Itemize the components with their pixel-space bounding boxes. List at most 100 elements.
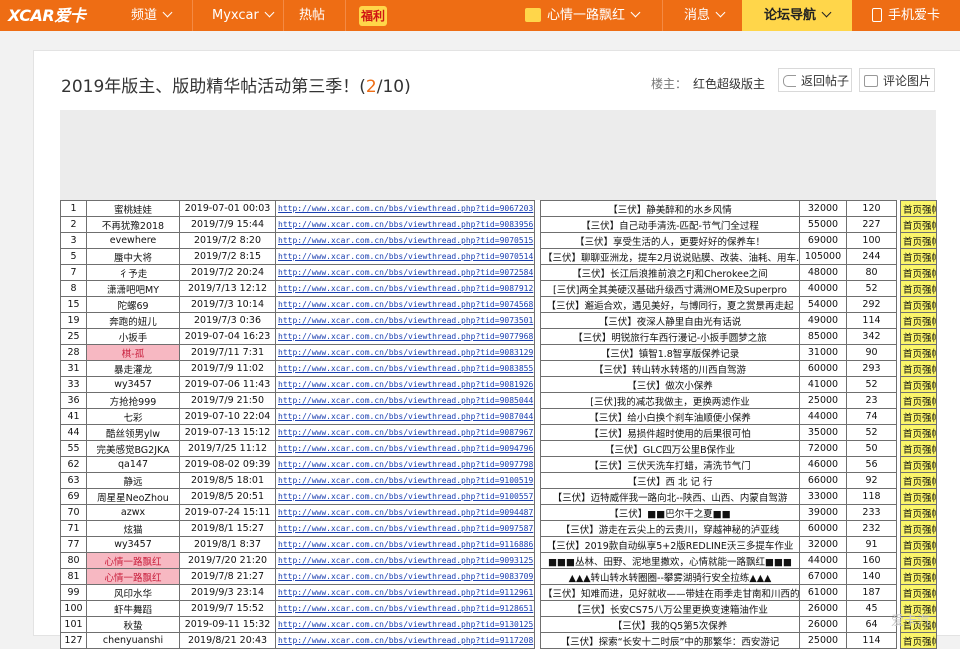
cell-number: 41 — [60, 408, 87, 425]
nav-mobile[interactable]: 手机爱卡 — [872, 0, 940, 31]
table-row: 15 陀螺69 2019/7/3 10:14 http://www.xcar.com.… — [60, 296, 937, 313]
nav-messages[interactable]: 消息 — [684, 0, 726, 31]
back-to-post-button[interactable]: 返回帖子 — [778, 68, 852, 92]
cell-replies: 244 — [846, 248, 897, 265]
cell-number: 81 — [60, 568, 87, 585]
cell-views: 33000 — [799, 488, 847, 505]
cell-url: http://www.xcar.com.cn/bbs/viewthread.ph… — [275, 536, 535, 553]
url-prefix: http://www.xcar.com.cn/bbs/viewthread.ph… — [278, 428, 500, 437]
cell-title: 【三伏】享受生活的人，更要好好的保养车！ — [540, 232, 800, 249]
url-prefix: http://www.xcar.com.cn/bbs/viewthread.ph… — [278, 620, 500, 629]
table-row: 41 七彩 2019-07-10 22:04 http://www.xcar.com.… — [60, 408, 937, 425]
nav-myxcar[interactable]: Myxcar — [212, 0, 275, 31]
cell-date: 2019/8/1 8:37 — [179, 536, 276, 553]
cell-replies: 52 — [846, 280, 897, 297]
nav-divider — [345, 0, 346, 31]
cell-tag: 首页强帖 — [900, 584, 937, 601]
author-name[interactable]: 红色超级版主 — [693, 77, 765, 91]
cell-views: 60000 — [799, 360, 847, 377]
nav-fuli[interactable]: 福利 — [359, 0, 387, 31]
post-image[interactable]: 1 蜜桃娃娃 2019-07-01 00:03 http://www.xcar.com… — [60, 110, 937, 649]
cell-date: 2019/8/1 15:27 — [179, 520, 276, 537]
cell-number: 33 — [60, 376, 87, 393]
cell-date: 2019-07-10 22:04 — [179, 408, 276, 425]
cell-user: 虾牛舞蹈 — [86, 600, 180, 617]
url-prefix: http://www.xcar.com.cn/bbs/viewthread.ph… — [278, 300, 500, 309]
cell-user: 陀螺69 — [86, 296, 180, 313]
table-row: 28 棋-孤 2019/7/11 7:31 http://www.xcar.com.c… — [60, 344, 937, 361]
cell-date: 2019-07-01 00:03 — [179, 200, 276, 217]
cell-tag: 首页强帖 — [900, 392, 937, 409]
cell-tag: 首页强帖 — [900, 520, 937, 537]
cell-tag: 首页强帖 — [900, 328, 937, 345]
table-row: 1 蜜桃娃娃 2019-07-01 00:03 http://www.xcar.com… — [60, 200, 937, 217]
cell-number: 15 — [60, 296, 87, 313]
cell-views: 40000 — [799, 280, 847, 297]
cell-date: 2019/8/21 20:43 — [179, 632, 276, 649]
url-prefix: http://www.xcar.com.cn/bbs/viewthread.ph… — [278, 396, 500, 405]
xcar-logo[interactable]: XCAR爱卡 — [8, 0, 86, 31]
cell-replies: 50 — [846, 440, 897, 457]
cell-date: 2019-07-24 15:11 — [179, 504, 276, 521]
url-prefix: http://www.xcar.com.cn/bbs/viewthread.ph… — [278, 236, 500, 245]
cell-replies: 114 — [846, 632, 897, 649]
cell-number: 7 — [60, 264, 87, 281]
cell-title: 【三伏】我的Q5第5次保养 — [540, 616, 800, 633]
cell-date: 2019/7/3 10:14 — [179, 296, 276, 313]
url-tid: 9097798 — [499, 460, 534, 469]
cell-tag: 首页强帖 — [900, 360, 937, 377]
cell-views: 85000 — [799, 328, 847, 345]
back-to-post-label: 返回帖子 — [801, 74, 850, 88]
cell-number: 3 — [60, 232, 87, 249]
url-prefix: http://www.xcar.com.cn/bbs/viewthread.ph… — [278, 460, 500, 469]
nav-divider — [283, 0, 284, 31]
cell-date: 2019/9/7 15:52 — [179, 600, 276, 617]
nav-forum[interactable]: 论坛导航 — [742, 0, 852, 31]
cell-user: 心情一路飘红 — [86, 552, 180, 569]
cell-number: 1 — [60, 200, 87, 217]
cell-date: 2019/7/9 21:50 — [179, 392, 276, 409]
url-tid: 9072584 — [499, 268, 534, 277]
url-prefix: http://www.xcar.com.cn/bbs/viewthread.ph… — [278, 636, 500, 645]
cell-views: 26000 — [799, 600, 847, 617]
chevron-down-icon — [264, 7, 275, 18]
page-total: /10) — [376, 77, 411, 97]
cell-title: ▲▲▲转山转水转圈圈--攀雾湖骑行安全拉练▲▲▲ — [540, 568, 800, 585]
cell-user: 潇潇吧吧MY — [86, 280, 180, 297]
user-name: 心情一路飘红 — [547, 8, 626, 23]
cell-title: ■■■丛林、田野、泥地里撒欢，心情就能一路飘红■■■ — [540, 552, 800, 569]
cell-user: azwx — [86, 504, 180, 521]
cell-tag: 首页强帖 — [900, 216, 937, 233]
cell-user: 奔跑的妞儿 — [86, 312, 180, 329]
cell-tag: 首页强帖 — [900, 536, 937, 553]
url-prefix: http://www.xcar.com.cn/bbs/viewthread.ph… — [278, 348, 500, 357]
cell-url: http://www.xcar.com.cn/bbs/viewthread.ph… — [275, 424, 535, 441]
phone-icon — [872, 7, 882, 22]
cell-title: [三伏]我的减芯我做主，更换两滤作业 — [540, 392, 800, 409]
user-menu[interactable]: 心情一路飘红 — [525, 0, 641, 31]
cell-date: 2019/7/11 7:31 — [179, 344, 276, 361]
cell-views: 44000 — [799, 408, 847, 425]
cell-replies: 52 — [846, 424, 897, 441]
table-row: 80 心情一路飘红 2019/7/20 21:20 http://www.xcar.c… — [60, 552, 937, 569]
cell-date: 2019-08-02 09:39 — [179, 456, 276, 473]
comment-image-button[interactable]: 评论图片 — [859, 68, 935, 92]
url-tid: 9100519 — [499, 476, 534, 485]
cell-user: 酷丝领男ylw — [86, 424, 180, 441]
cell-number: 127 — [60, 632, 87, 649]
table-row: 77 wy3457 2019/8/1 8:37 http://www.xcar.com… — [60, 536, 937, 553]
cell-title: 【三伏】给小白换个刹车油顺便小保养 — [540, 408, 800, 425]
page-current: 2 — [365, 77, 377, 97]
cell-url: http://www.xcar.com.cn/bbs/viewthread.ph… — [275, 200, 535, 217]
cell-user: 风印水华 — [86, 584, 180, 601]
url-tid: 9087044 — [499, 412, 534, 421]
nav-channel[interactable]: 频道 — [131, 0, 173, 31]
post-card: 2019年版主、版助精华帖活动第三季！(2/10) 楼主： 红色超级版主 返回帖子… — [33, 50, 960, 649]
post-author: 楼主： 红色超级版主 — [651, 75, 765, 92]
cell-replies: 160 — [846, 552, 897, 569]
cell-url: http://www.xcar.com.cn/bbs/viewthread.ph… — [275, 264, 535, 281]
cell-url: http://www.xcar.com.cn/bbs/viewthread.ph… — [275, 456, 535, 473]
cell-url: http://www.xcar.com.cn/bbs/viewthread.ph… — [275, 360, 535, 377]
nav-hot[interactable]: 热帖 — [299, 0, 325, 31]
table-row: 3 evewhere 2019/7/2 8:20 http://www.xcar.co… — [60, 232, 937, 249]
